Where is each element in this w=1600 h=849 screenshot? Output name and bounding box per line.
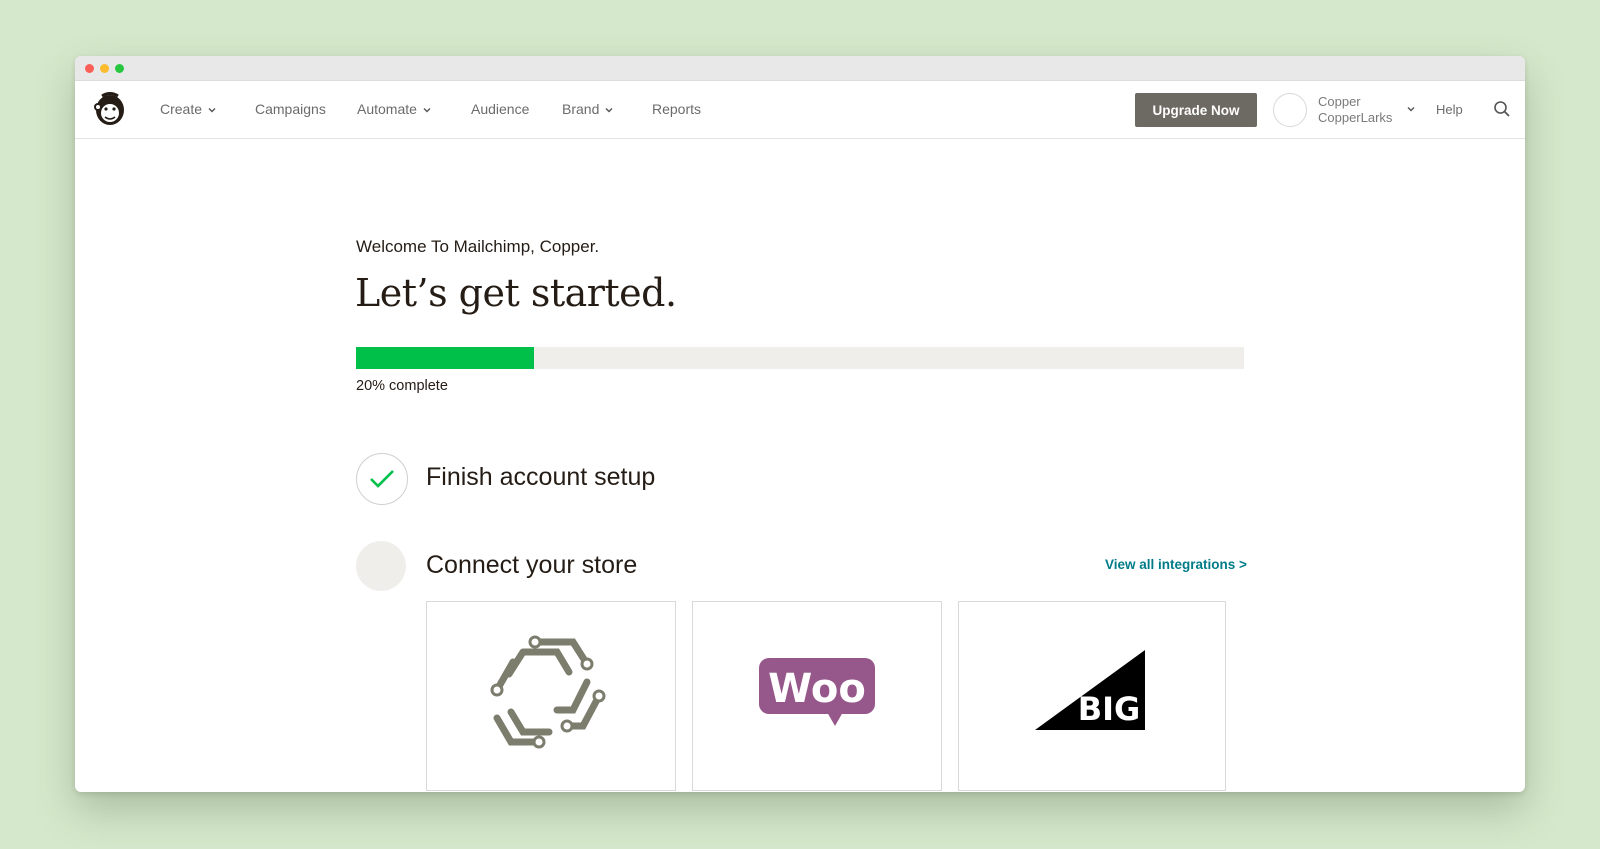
progress-label: 20% complete (356, 378, 448, 394)
step-complete-indicator (356, 453, 408, 505)
account-menu[interactable]: Copper CopperLarks (1318, 94, 1392, 126)
nav-audience[interactable]: Audience (471, 81, 529, 138)
nav-brand[interactable]: Brand (562, 81, 613, 138)
nav-create[interactable]: Create (160, 81, 216, 138)
avatar[interactable] (1273, 93, 1307, 127)
integration-card-bigcommerce[interactable]: BIG (958, 601, 1226, 791)
mailchimp-logo-icon[interactable] (92, 90, 128, 128)
big-logo-text: BIG (1078, 690, 1141, 728)
page-title: Let’s get started. (355, 271, 677, 315)
progress-bar (356, 347, 1244, 369)
woo-logo-icon: Woo (759, 658, 875, 726)
bigcommerce-logo-icon: BIG (1035, 650, 1145, 730)
nav-audience-label: Audience (471, 101, 530, 117)
minimize-window-button[interactable] (100, 64, 109, 73)
account-name: CopperLarks (1318, 110, 1393, 125)
browser-window: Create Campaigns Automate Audience Brand… (75, 56, 1525, 792)
hexagon-logo-icon (490, 635, 606, 749)
chevron-down-icon (605, 107, 613, 112)
main-content: Welcome To Mailchimp, Copper. Let’s get … (75, 139, 1525, 792)
woo-logo-text: Woo (768, 666, 866, 712)
upgrade-now-button[interactable]: Upgrade Now (1135, 93, 1257, 127)
window-titlebar (75, 56, 1525, 81)
close-window-button[interactable] (85, 64, 94, 73)
nav-reports[interactable]: Reports (652, 81, 701, 138)
step-finish-account-setup[interactable]: Finish account setup (426, 463, 655, 492)
integration-card-hexagon[interactable] (426, 601, 676, 791)
search-icon[interactable] (1493, 100, 1511, 118)
progress-bar-fill (356, 347, 534, 369)
step-incomplete-indicator (356, 541, 406, 591)
view-all-integrations-link[interactable]: View all integrations > (1105, 557, 1247, 572)
maximize-window-button[interactable] (115, 64, 124, 73)
nav-campaigns[interactable]: Campaigns (255, 81, 326, 138)
nav-brand-label: Brand (562, 101, 600, 117)
welcome-message: Welcome To Mailchimp, Copper. (356, 237, 600, 256)
step-connect-store[interactable]: Connect your store (426, 551, 637, 580)
user-name: Copper (1318, 94, 1361, 109)
top-navigation: Create Campaigns Automate Audience Brand… (75, 81, 1525, 139)
chevron-down-icon (423, 107, 431, 112)
help-link[interactable]: Help (1436, 81, 1463, 138)
checkmark-icon (370, 470, 394, 488)
chevron-down-icon[interactable] (1407, 105, 1415, 113)
nav-create-label: Create (160, 101, 203, 117)
integration-card-woocommerce[interactable]: Woo (692, 601, 942, 791)
nav-reports-label: Reports (652, 101, 702, 117)
nav-campaigns-label: Campaigns (255, 101, 326, 117)
nav-automate[interactable]: Automate (357, 81, 431, 138)
chevron-down-icon (208, 107, 216, 112)
nav-automate-label: Automate (357, 101, 417, 117)
